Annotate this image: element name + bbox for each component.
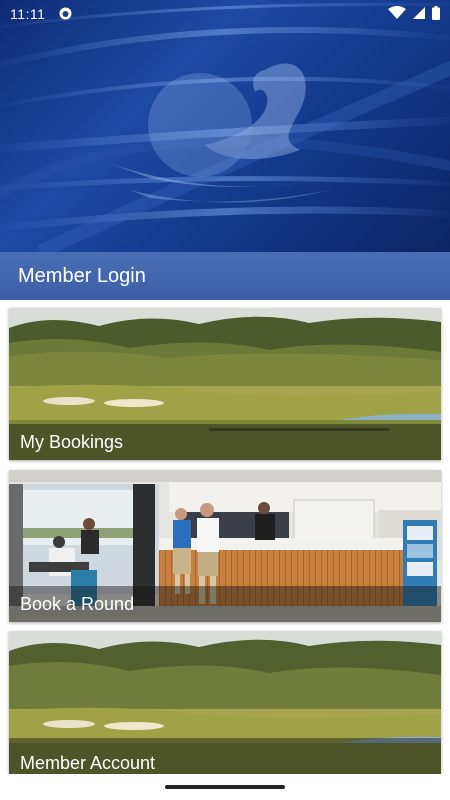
book-a-round-card[interactable]: Book a Round (9, 470, 441, 622)
signal-icon (413, 7, 425, 19)
home-gesture-handle[interactable] (165, 785, 285, 789)
notification-icon (59, 7, 72, 20)
member-account-label: Member Account (20, 753, 156, 773)
my-bookings-label: My Bookings (20, 432, 124, 452)
book-a-round-label: Book a Round (20, 594, 135, 614)
status-indicators (388, 6, 440, 20)
my-bookings-card[interactable]: My Bookings (9, 308, 441, 460)
status-time: 11:11 (10, 6, 46, 22)
wifi-icon (388, 6, 406, 19)
member-login-label: Member Login (18, 265, 146, 287)
hero-banner (0, 0, 450, 252)
status-bar: 11:11 (0, 0, 450, 28)
member-account-card[interactable]: Member Account (9, 631, 441, 774)
member-login-button[interactable]: Member Login (0, 252, 450, 300)
battery-icon (432, 6, 440, 20)
hero-background (0, 2, 450, 252)
system-nav-bar (0, 774, 450, 800)
